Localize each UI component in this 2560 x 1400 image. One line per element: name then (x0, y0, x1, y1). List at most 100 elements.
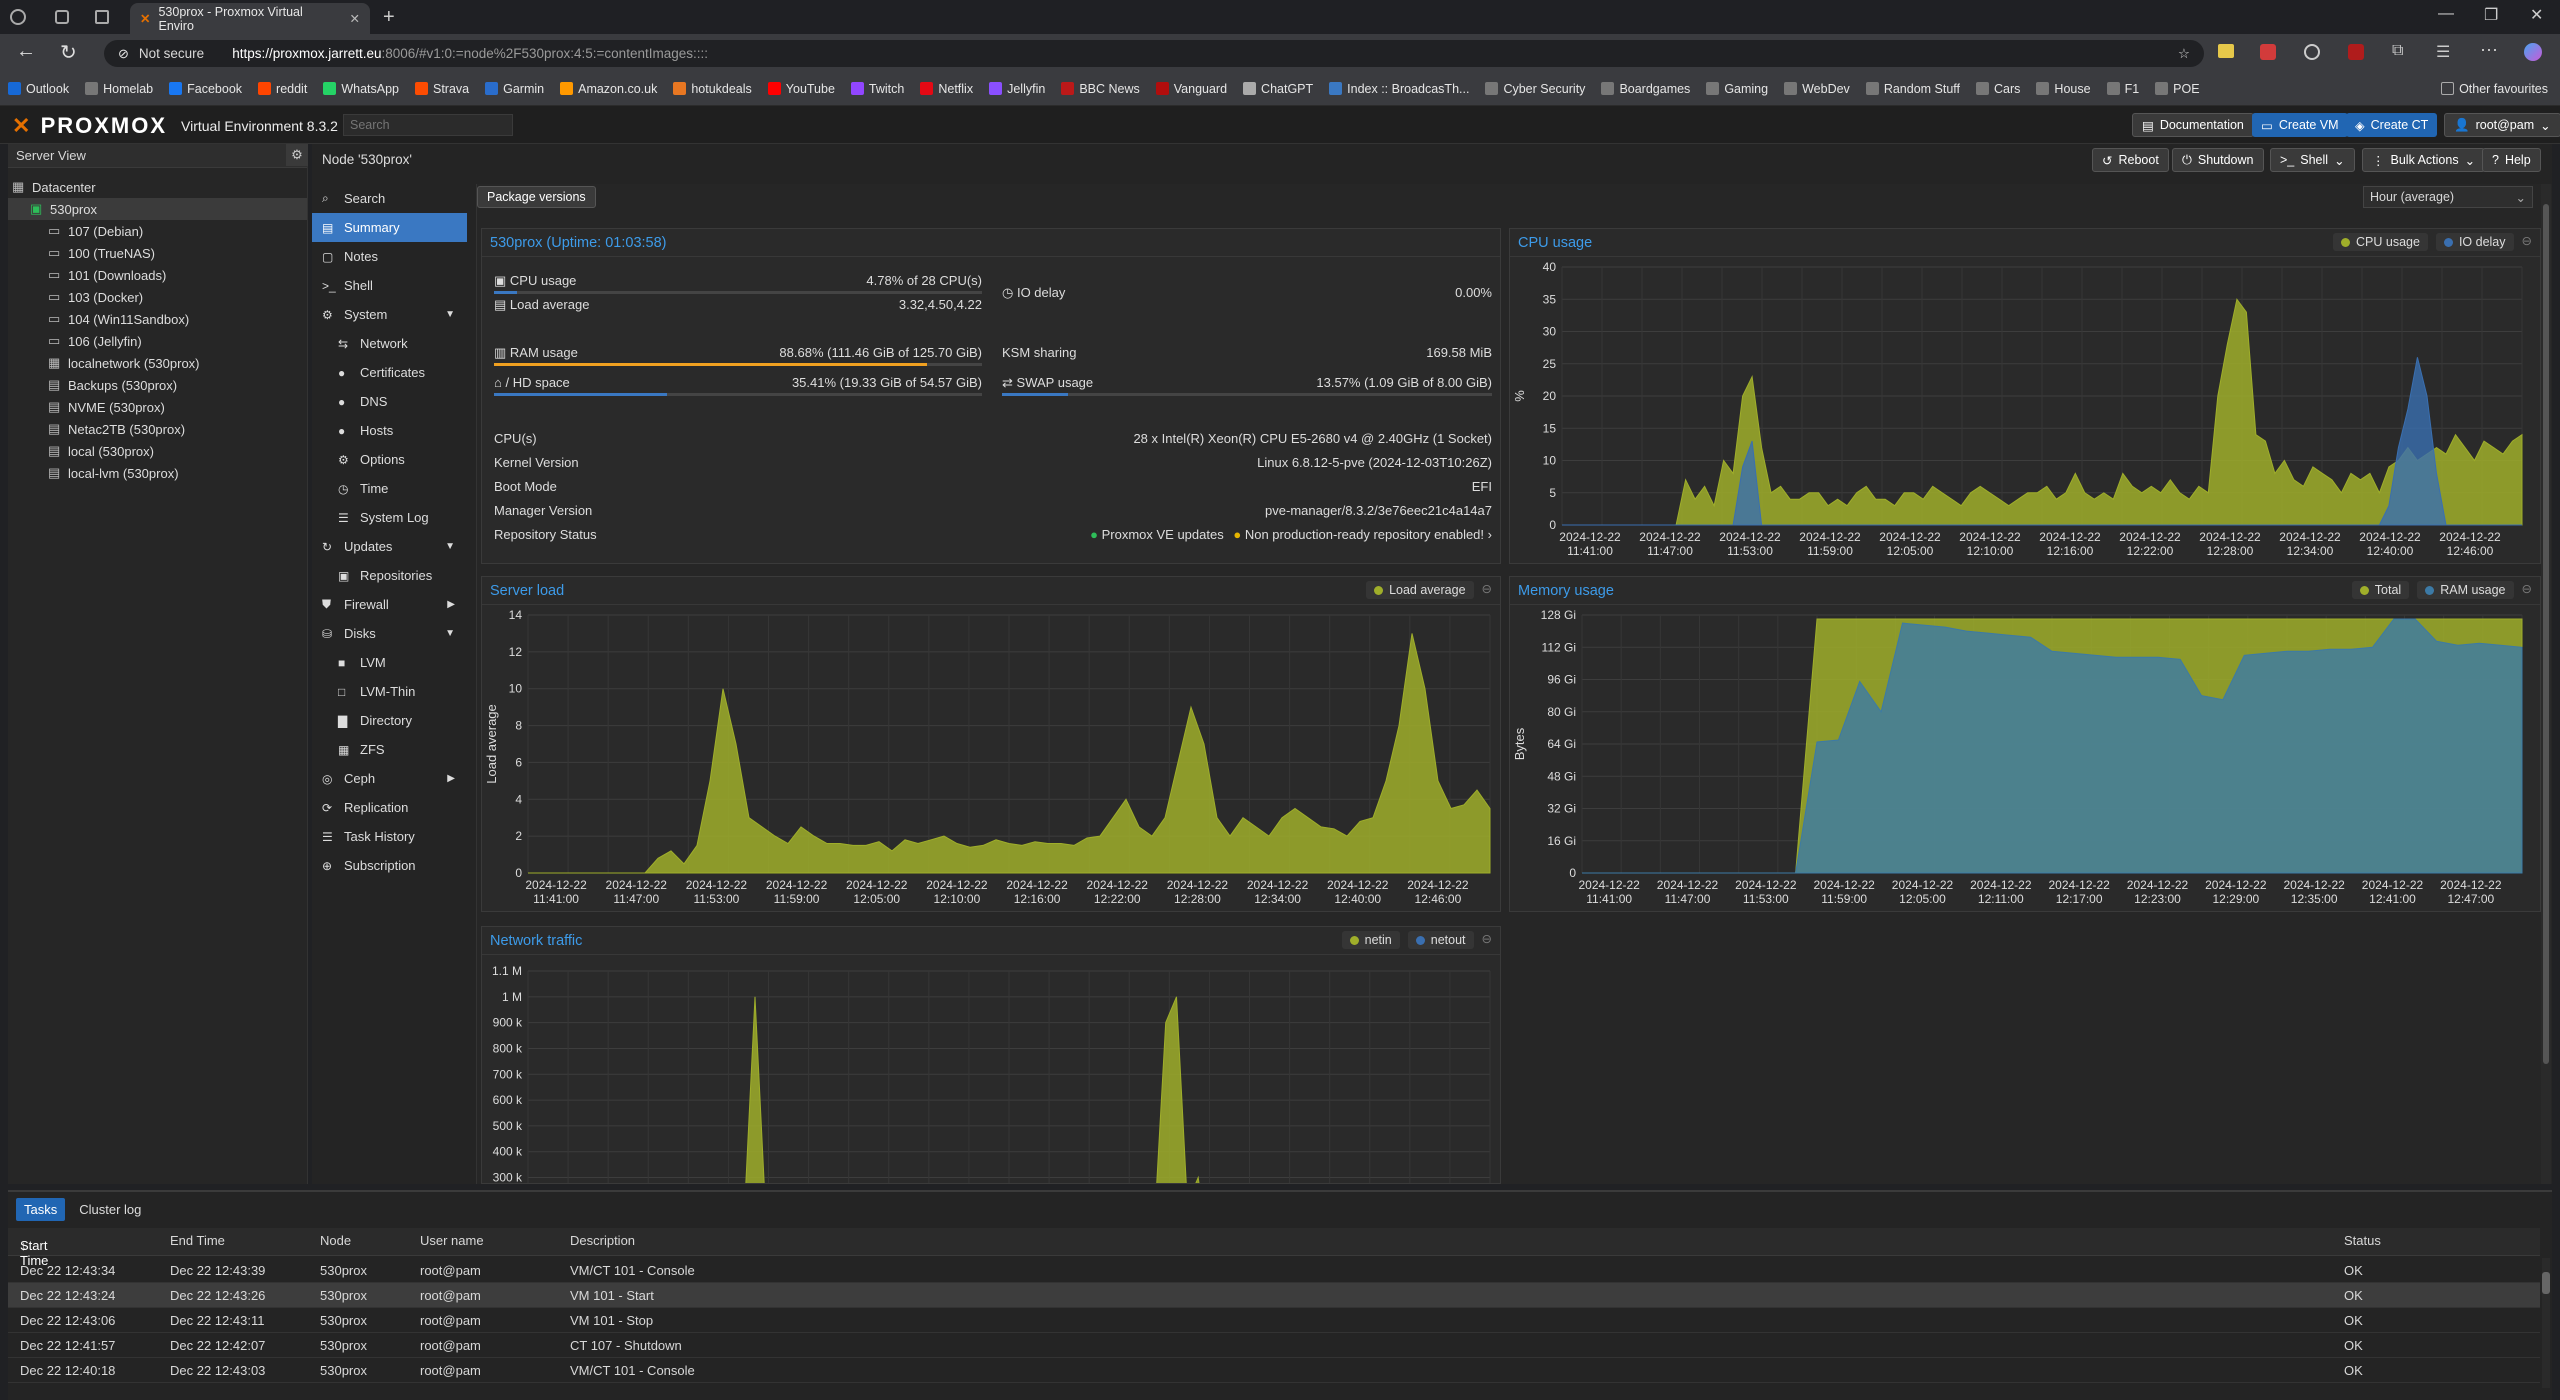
col-status[interactable]: Status (2344, 1233, 2381, 1248)
menu-item-replication[interactable]: ⟳ Replication (312, 793, 467, 822)
bookmark-item[interactable]: hotukdeals (673, 82, 752, 96)
tree-node[interactable]: ▦ Datacenter (8, 176, 307, 198)
menu-item-options[interactable]: ⚙ Options (312, 445, 467, 474)
close-window-icon[interactable]: ✕ (2530, 5, 2543, 25)
bookmark-item[interactable]: WhatsApp (323, 82, 399, 96)
col-description[interactable]: Description (570, 1233, 635, 1248)
bookmark-item[interactable]: Facebook (169, 82, 242, 96)
menu-item-subscription[interactable]: ⊕ Subscription (312, 851, 467, 880)
workspaces-icon[interactable] (55, 10, 69, 24)
menu-item-lvm[interactable]: ■ LVM (312, 648, 467, 677)
bookmark-item[interactable]: Amazon.co.uk (560, 82, 657, 96)
menu-item-repositories[interactable]: ▣ Repositories (312, 561, 467, 590)
tree-node[interactable]: ▭ 106 (Jellyfin) (8, 330, 307, 352)
menu-item-shell[interactable]: >_ Shell (312, 271, 467, 300)
minimize-icon[interactable]: — (2438, 5, 2454, 23)
tree-node[interactable]: ▤ Netac2TB (530prox) (8, 418, 307, 440)
bookmark-item[interactable]: Netflix (920, 82, 973, 96)
tree-node[interactable]: ▤ NVME (530prox) (8, 396, 307, 418)
tree-settings-gear-icon[interactable]: ⚙ (286, 144, 308, 166)
bookmark-item[interactable]: BBC News (1061, 82, 1140, 96)
bookmark-item[interactable]: Cyber Security (1485, 82, 1585, 96)
bookmark-item[interactable]: reddit (258, 82, 307, 96)
menu-item-system[interactable]: ⚙ System ▼ (312, 300, 467, 329)
col-node[interactable]: Node (320, 1233, 351, 1248)
memory-chart[interactable]: 0 16 Gi 32 Gi 48 Gi 64 Gi 80 Gi 96 Gi 112 Gi 128… (1510, 605, 2540, 911)
extension-icon[interactable] (2218, 44, 2234, 58)
menu-item-time[interactable]: ◷ Time (312, 474, 467, 503)
create-vm-button[interactable]: ▭ Create VM (2252, 113, 2348, 137)
menu-item-directory[interactable]: ▇ Directory (312, 706, 467, 735)
other-favourites[interactable]: Other favourites (2441, 82, 2548, 96)
undo-zoom-icon[interactable]: ⊖ (2522, 581, 2532, 599)
menu-item-task-history[interactable]: ☰ Task History (312, 822, 467, 851)
bookmark-item[interactable]: Homelab (85, 82, 153, 96)
tree-node[interactable]: ▤ local-lvm (530prox) (8, 462, 307, 484)
close-tab-icon[interactable]: ✕ (350, 11, 360, 26)
bookmark-item[interactable]: Garmin (485, 82, 544, 96)
menu-item-search[interactable]: ⌕ Search (312, 184, 467, 213)
bookmark-item[interactable]: House (2036, 82, 2091, 96)
global-search-input[interactable] (343, 114, 513, 136)
bookmark-item[interactable]: Boardgames (1601, 82, 1690, 96)
menu-item-certificates[interactable]: ● Certificates (312, 358, 467, 387)
undo-zoom-icon[interactable]: ⊖ (1482, 931, 1492, 949)
back-icon[interactable]: ← (16, 40, 36, 63)
tree-node[interactable]: ▭ 107 (Debian) (8, 220, 307, 242)
tree-node[interactable]: ▣ 530prox (8, 198, 307, 220)
timeframe-select[interactable]: Hour (average) ⌄ (2363, 186, 2533, 208)
tree-node[interactable]: ▭ 104 (Win11Sandbox) (8, 308, 307, 330)
menu-item-firewall[interactable]: ⛊ Firewall ▶ (312, 590, 467, 619)
table-row[interactable]: Dec 22 12:43:24 Dec 22 12:43:26 530prox roo… (8, 1283, 2540, 1308)
menu-item-updates[interactable]: ↻ Updates ▼ (312, 532, 467, 561)
bookmark-item[interactable]: Random Stuff (1865, 82, 1960, 96)
copilot-icon[interactable] (2524, 43, 2542, 61)
legend-netout[interactable]: netout (1407, 931, 1474, 949)
undo-zoom-icon[interactable]: ⊖ (1482, 581, 1492, 599)
tab-actions-icon[interactable] (95, 10, 109, 24)
shutdown-button[interactable]: ⏻ Shutdown (2172, 148, 2264, 172)
extensions-puzzle-icon[interactable]: ⧉ (2392, 42, 2403, 60)
bookmark-item[interactable]: Vanguard (1155, 82, 1227, 96)
menu-item-dns[interactable]: ● DNS (312, 387, 467, 416)
table-row[interactable]: Dec 22 12:40:18 Dec 22 12:43:03 530prox roo… (8, 1358, 2540, 1383)
col-end-time[interactable]: End Time (170, 1233, 225, 1248)
favorites-icon[interactable]: ☰ (2436, 42, 2450, 62)
legend-total[interactable]: Total (2351, 581, 2410, 599)
table-row[interactable]: Dec 22 12:41:57 Dec 22 12:42:07 530prox roo… (8, 1333, 2540, 1358)
tree-node[interactable]: ▦ localnetwork (530prox) (8, 352, 307, 374)
tab-cluster-log[interactable]: Cluster log (71, 1198, 149, 1221)
menu-item-ceph[interactable]: ◎ Ceph ▶ (312, 764, 467, 793)
load-chart[interactable]: 0 2 4 6 8 10 12 14 2024-12-22 11:41:00 2024-12-22 1… (482, 605, 1500, 911)
shell-button[interactable]: >_ Shell ⌄ (2270, 148, 2355, 172)
menu-item-notes[interactable]: ▢ Notes (312, 242, 467, 271)
restore-icon[interactable]: ❐ (2484, 5, 2498, 25)
server-view-selector[interactable]: Server View ⌄ (8, 144, 307, 168)
not-secure-icon[interactable]: ⊘ (118, 46, 129, 62)
menu-item-network[interactable]: ⇆ Network (312, 329, 467, 358)
repository-status-value[interactable]: ● Proxmox VE updates ● Non production-re… (1057, 527, 1492, 542)
bookmark-item[interactable]: Cars (1976, 82, 2020, 96)
table-row[interactable]: Dec 22 12:43:34 Dec 22 12:43:39 530prox roo… (8, 1258, 2540, 1283)
bookmark-item[interactable]: Twitch (850, 82, 904, 96)
bookmark-item[interactable]: Index :: BroadcasTh... (1329, 82, 1469, 96)
bookmark-item[interactable]: F1 (2106, 82, 2139, 96)
browser-profile-icon[interactable] (10, 9, 26, 25)
bookmark-item[interactable]: YouTube (767, 82, 835, 96)
task-scrollbar[interactable] (2542, 1258, 2550, 1388)
col-user-name[interactable]: User name (420, 1233, 484, 1248)
favorite-star-icon[interactable]: ☆ (2178, 46, 2190, 62)
menu-item-disks[interactable]: ⛁ Disks ▼ (312, 619, 467, 648)
legend-io-delay[interactable]: IO delay (2435, 233, 2514, 251)
extension-globe-icon[interactable] (2304, 44, 2320, 60)
undo-zoom-icon[interactable]: ⊖ (2522, 233, 2532, 251)
url-field[interactable]: ⊘ Not secure https://proxmox.jarrett.eu:… (104, 40, 2204, 67)
bookmark-item[interactable]: Strava (414, 82, 469, 96)
legend-ram-usage[interactable]: RAM usage (2417, 581, 2514, 599)
bookmark-item[interactable]: POE (2155, 82, 2200, 96)
tree-node[interactable]: ▭ 100 (TrueNAS) (8, 242, 307, 264)
series-area-ram-usage[interactable] (1582, 618, 2523, 874)
security-label[interactable]: Not secure (139, 46, 204, 61)
tree-node[interactable]: ▤ local (530prox) (8, 440, 307, 462)
menu-item-zfs[interactable]: ▦ ZFS (312, 735, 467, 764)
